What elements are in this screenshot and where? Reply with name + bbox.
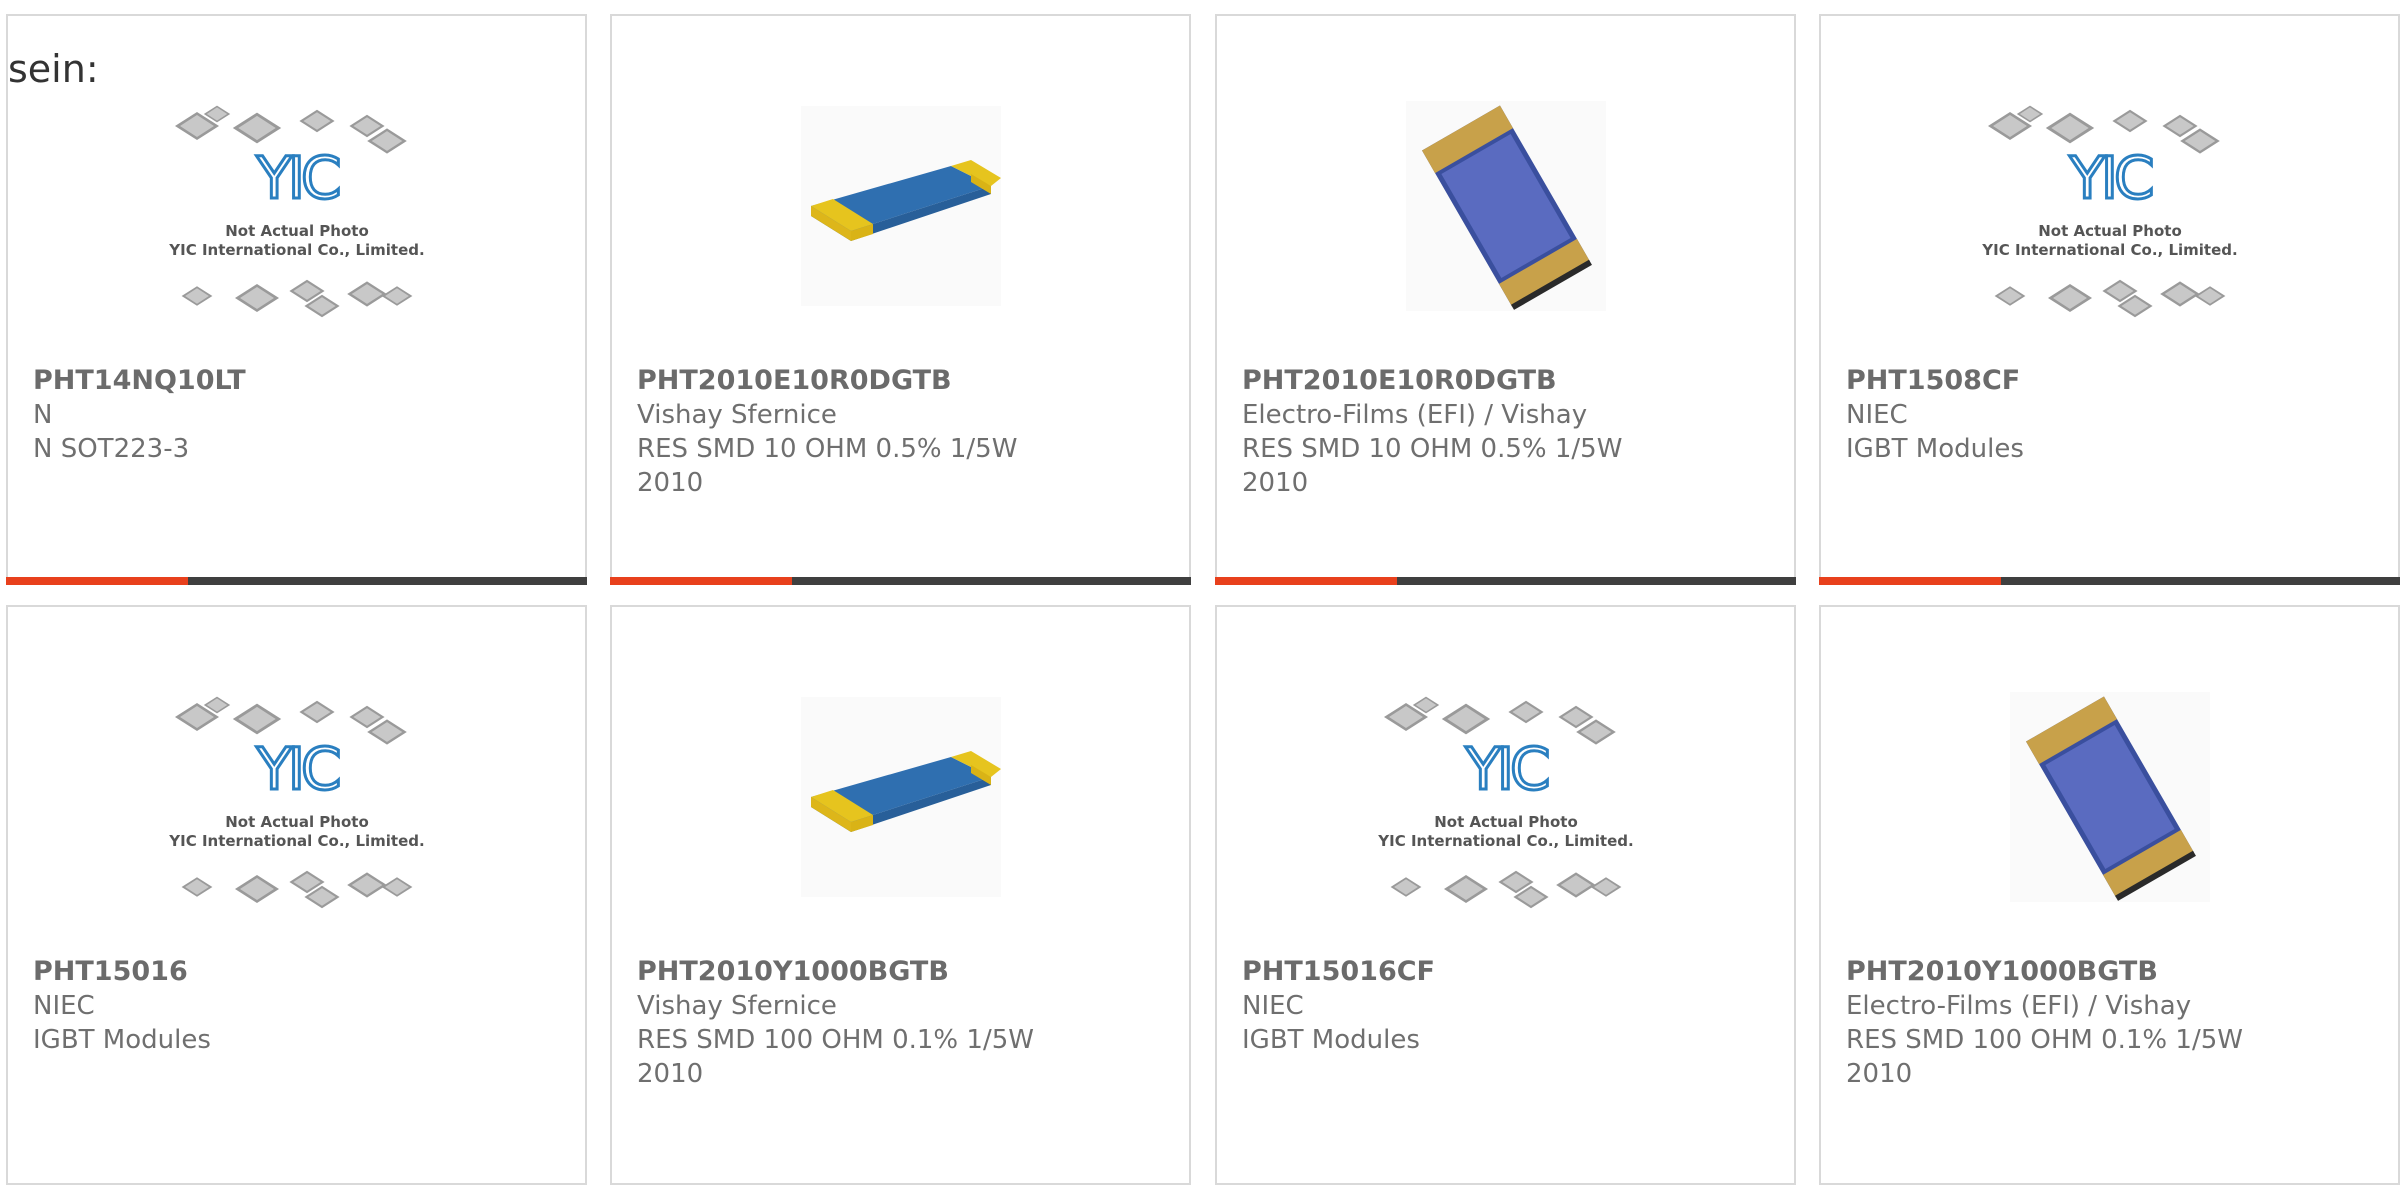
svg-text:YIC: YIC xyxy=(255,144,339,212)
description: RES SMD 100 OHM 0.1% 1/5W xyxy=(637,1025,1034,1055)
product-image[interactable] xyxy=(1821,677,2398,947)
card-accent-bar xyxy=(6,577,188,585)
part-number-link[interactable]: PHT2010E10R0DGTB xyxy=(1242,364,1784,398)
product-card[interactable]: YIC Not Actual Photo YIC International C… xyxy=(6,14,587,585)
product-image[interactable] xyxy=(1217,86,1794,356)
part-number-link[interactable]: PHT1508CF xyxy=(1846,364,2388,398)
description: RES SMD 100 OHM 0.1% 1/5W xyxy=(1846,1025,2243,1055)
svg-text:YIC: YIC xyxy=(255,735,339,803)
manufacturer: Electro-Films (EFI) / Vishay xyxy=(1846,991,2192,1021)
manufacturer: NIEC xyxy=(33,991,95,1021)
description-package: 2010 xyxy=(1846,1059,1913,1089)
part-number-link[interactable]: PHT2010Y1000BGTB xyxy=(1846,955,2388,989)
svg-text:Not Actual Photo: Not Actual Photo xyxy=(1434,813,1578,831)
part-number-link[interactable]: PHT14NQ10LT xyxy=(33,364,575,398)
part-number-link[interactable]: PHT15016 xyxy=(33,955,575,989)
product-info: PHT2010Y1000BGTB Vishay Sfernice RES SMD… xyxy=(637,955,1179,1091)
svg-text:YIC International Co., Limited: YIC International Co., Limited. xyxy=(1981,241,2237,259)
manufacturer: Electro-Films (EFI) / Vishay xyxy=(1242,400,1588,430)
product-info: PHT15016CF NIEC IGBT Modules xyxy=(1242,955,1784,1057)
product-card[interactable]: PHT2010E10R0DGTB Electro-Films (EFI) / V… xyxy=(1215,14,1796,585)
part-number-link[interactable]: PHT2010Y1000BGTB xyxy=(637,955,1179,989)
svg-text:YIC International Co., Limited: YIC International Co., Limited. xyxy=(168,832,424,850)
card-accent-bar xyxy=(1819,577,2001,585)
product-image[interactable]: YIC Not Actual Photo YIC International C… xyxy=(8,677,585,947)
product-info: PHT2010E10R0DGTB Electro-Films (EFI) / V… xyxy=(1242,364,1784,500)
manufacturer: N xyxy=(33,400,53,430)
part-number-link[interactable]: PHT2010E10R0DGTB xyxy=(637,364,1179,398)
manufacturer: NIEC xyxy=(1242,991,1304,1021)
svg-text:YIC International Co., Limited: YIC International Co., Limited. xyxy=(1377,832,1633,850)
manufacturer: NIEC xyxy=(1846,400,1908,430)
description-package: 2010 xyxy=(1242,468,1309,498)
part-number-link[interactable]: PHT15016CF xyxy=(1242,955,1784,989)
product-info: PHT2010E10R0DGTB Vishay Sfernice RES SMD… xyxy=(637,364,1179,500)
manufacturer: Vishay Sfernice xyxy=(637,400,837,430)
svg-text:Not Actual Photo: Not Actual Photo xyxy=(2038,222,2182,240)
product-image[interactable]: YIC Not Actual Photo YIC International C… xyxy=(1217,677,1794,947)
product-card[interactable]: PHT2010E10R0DGTB Vishay Sfernice RES SMD… xyxy=(610,14,1191,585)
product-card[interactable]: YIC Not Actual Photo YIC International C… xyxy=(1819,14,2400,585)
product-card[interactable]: PHT2010Y1000BGTB Electro-Films (EFI) / V… xyxy=(1819,605,2400,1185)
description: IGBT Modules xyxy=(1242,1025,1420,1055)
product-grid: YIC Not Actual Photo YIC International C… xyxy=(0,0,2400,1185)
description: IGBT Modules xyxy=(33,1025,211,1055)
description: RES SMD 10 OHM 0.5% 1/5W xyxy=(1242,434,1623,464)
product-image[interactable] xyxy=(612,677,1189,947)
card-bottom-bar xyxy=(610,577,1191,585)
product-card[interactable]: PHT2010Y1000BGTB Vishay Sfernice RES SMD… xyxy=(610,605,1191,1185)
svg-text:YIC: YIC xyxy=(2068,144,2152,212)
svg-text:YIC: YIC xyxy=(1464,735,1548,803)
product-info: PHT1508CF NIEC IGBT Modules xyxy=(1846,364,2388,466)
card-accent-bar xyxy=(610,577,792,585)
product-info: PHT2010Y1000BGTB Electro-Films (EFI) / V… xyxy=(1846,955,2388,1091)
product-image[interactable]: YIC Not Actual Photo YIC International C… xyxy=(8,86,585,356)
svg-text:YIC International Co., Limited: YIC International Co., Limited. xyxy=(168,241,424,259)
product-info: PHT15016 NIEC IGBT Modules xyxy=(33,955,575,1057)
card-bottom-bar xyxy=(6,577,587,585)
product-image[interactable]: YIC Not Actual Photo YIC International C… xyxy=(1821,86,2398,356)
svg-text:Not Actual Photo: Not Actual Photo xyxy=(225,813,369,831)
card-bottom-bar xyxy=(1215,577,1796,585)
card-bottom-bar xyxy=(1819,577,2400,585)
description: RES SMD 10 OHM 0.5% 1/5W xyxy=(637,434,1018,464)
card-accent-bar xyxy=(1215,577,1397,585)
product-image[interactable] xyxy=(612,86,1189,356)
product-card[interactable]: YIC Not Actual Photo YIC International C… xyxy=(1215,605,1796,1185)
page-text-fragment: sein: xyxy=(8,47,99,91)
product-card[interactable]: YIC Not Actual Photo YIC International C… xyxy=(6,605,587,1185)
description-package: 2010 xyxy=(637,1059,704,1089)
description: N SOT223-3 xyxy=(33,434,190,464)
product-info: PHT14NQ10LT N N SOT223-3 xyxy=(33,364,575,466)
description: IGBT Modules xyxy=(1846,434,2024,464)
description-package: 2010 xyxy=(637,468,704,498)
svg-text:Not Actual Photo: Not Actual Photo xyxy=(225,222,369,240)
manufacturer: Vishay Sfernice xyxy=(637,991,837,1021)
